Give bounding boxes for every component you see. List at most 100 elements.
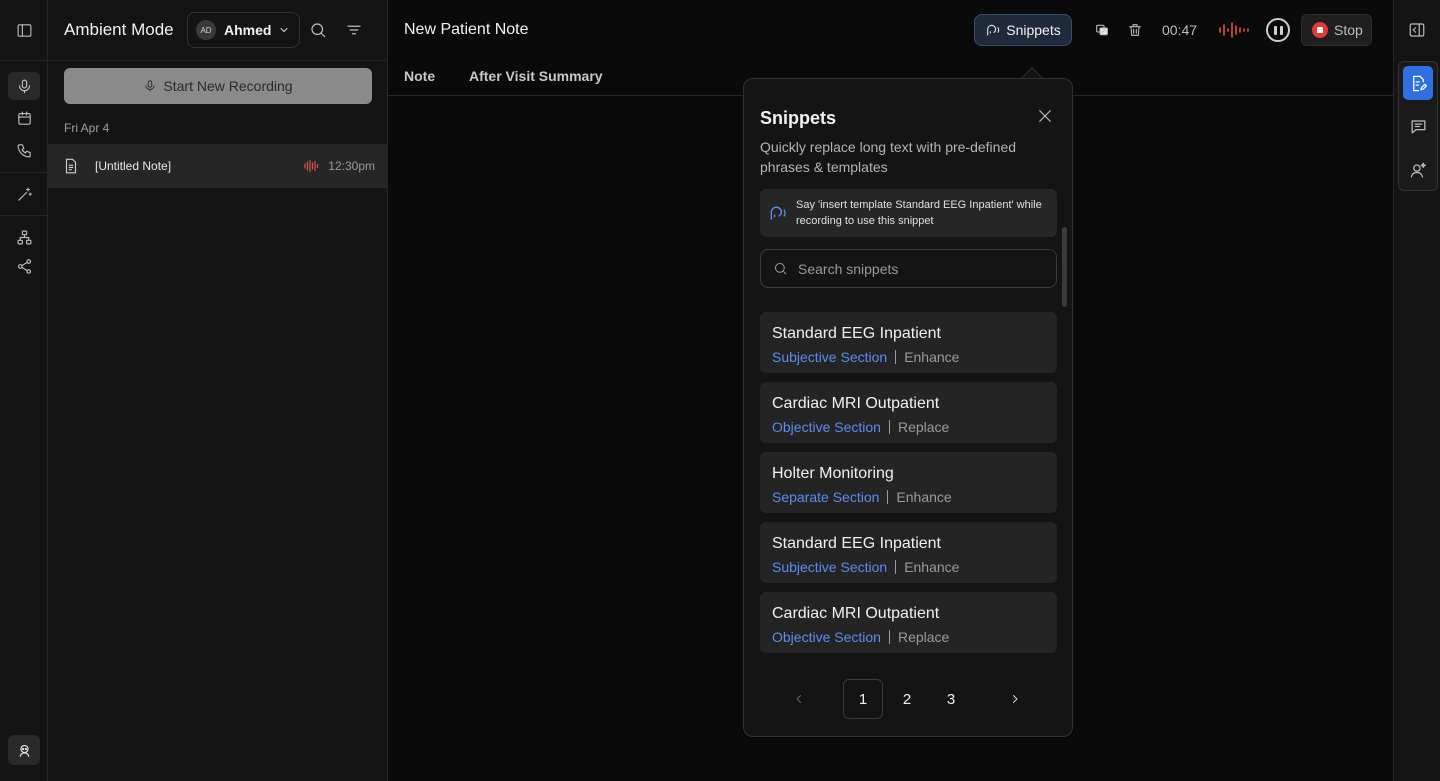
search-input[interactable] [798, 260, 1038, 277]
calendar-icon [17, 111, 31, 125]
nav-share-button[interactable] [8, 252, 40, 280]
meta-divider [895, 560, 897, 574]
snippets-speech-icon [770, 206, 786, 220]
rail-divider [0, 60, 47, 61]
copy-icon [1096, 24, 1108, 36]
filter-button[interactable] [342, 18, 366, 42]
popover-subtitle: Quickly replace long text with pre-defin… [760, 139, 1017, 175]
snippet-action: Replace [897, 419, 950, 435]
snippet-title: Holter Monitoring [772, 465, 894, 482]
date-group-label: Fri Apr 4 [64, 121, 110, 135]
nav-phone-button[interactable] [8, 136, 40, 164]
snippet-card[interactable]: Standard EEG Inpatient Subjective Sectio… [760, 312, 1057, 373]
page-button[interactable]: 2 [887, 679, 927, 719]
panel-title: Ambient Mode [64, 20, 174, 39]
snippets-search[interactable] [760, 249, 1057, 288]
mic-icon [145, 80, 155, 92]
snippets-speech-icon [987, 24, 1000, 36]
snippet-action: Enhance [896, 489, 952, 505]
hierarchy-icon [17, 230, 31, 244]
snippet-meta: Objective Section Replace [772, 629, 949, 645]
snippet-section: Objective Section [772, 629, 881, 645]
search-button[interactable] [306, 18, 330, 42]
assistant-button[interactable] [1403, 153, 1433, 187]
pagination: 1 2 3 [744, 679, 1074, 719]
nav-calendar-button[interactable] [8, 104, 40, 132]
start-recording-label: Start New Recording [163, 78, 293, 94]
page-button[interactable]: 1 [843, 679, 883, 719]
search-icon [775, 263, 787, 275]
pause-icon [1273, 25, 1277, 35]
page-button[interactable]: 3 [931, 679, 971, 719]
assistant-icon [1410, 162, 1426, 177]
sidebar-toggle-icon [17, 23, 31, 37]
next-page-button[interactable] [995, 679, 1035, 719]
profile-avatar-button[interactable] [8, 735, 40, 765]
nav-hierarchy-button[interactable] [8, 223, 40, 251]
snippets-button[interactable]: Snippets [974, 14, 1072, 46]
snippet-meta: Objective Section Replace [772, 419, 949, 435]
panel-toggle-icon [1409, 23, 1425, 37]
rail-divider [0, 172, 47, 173]
close-button[interactable] [1036, 107, 1054, 125]
snippet-card[interactable]: Standard EEG Inpatient Subjective Sectio… [760, 522, 1057, 583]
delete-button[interactable] [1123, 18, 1147, 42]
notes-panel: Ambient Mode AD Ahmed Start New Recordin… [48, 0, 388, 781]
tab-after-visit-summary[interactable]: After Visit Summary [469, 68, 603, 84]
panel-toggle-button[interactable] [1405, 18, 1429, 42]
snippet-section: Subjective Section [772, 349, 888, 365]
stop-button-label: Stop [1334, 22, 1363, 38]
notes-panel-header: Ambient Mode AD Ahmed [48, 0, 388, 61]
user-select[interactable]: AD Ahmed [187, 12, 300, 48]
page-title: New Patient Note [404, 21, 529, 38]
tab-note[interactable]: Note [404, 68, 435, 84]
phone-icon [17, 143, 31, 157]
rail-divider [0, 215, 47, 216]
meta-divider [887, 490, 889, 504]
filter-icon [347, 25, 361, 35]
copy-button[interactable] [1090, 18, 1114, 42]
magic-wand-icon [17, 187, 32, 201]
prev-page-button[interactable] [779, 679, 819, 719]
popover-title: Snippets [760, 108, 837, 128]
pause-button[interactable] [1266, 18, 1290, 42]
note-list-item[interactable]: [Untitled Note] 12:30pm [48, 144, 387, 188]
close-icon [1039, 110, 1051, 122]
user-avatar: AD [196, 20, 216, 40]
popover-arrow [1021, 67, 1043, 78]
right-rail [1393, 0, 1440, 781]
search-icon [311, 23, 326, 38]
document-icon [62, 157, 80, 175]
note-edit-button[interactable] [1403, 66, 1433, 100]
snippet-card[interactable]: Cardiac MRI Outpatient Objective Section… [760, 382, 1057, 443]
chevron-left-icon [796, 695, 801, 703]
start-new-recording-button[interactable]: Start New Recording [64, 68, 372, 104]
snippets-button-label: Snippets [1006, 22, 1061, 38]
user-name: Ahmed [224, 22, 272, 38]
mic-icon [18, 79, 30, 93]
nav-magic-button[interactable] [8, 180, 40, 208]
note-edit-icon [1412, 75, 1427, 91]
sidebar-toggle-button[interactable] [8, 16, 40, 44]
chat-icon [1411, 119, 1425, 133]
left-rail [0, 0, 48, 781]
snippet-title: Standard EEG Inpatient [772, 325, 941, 342]
stop-icon [1312, 22, 1328, 38]
waveform-icon [1219, 22, 1249, 38]
stop-button[interactable]: Stop [1301, 14, 1372, 46]
snippet-card[interactable]: Cardiac MRI Outpatient Objective Section… [760, 592, 1057, 653]
snippet-meta: Subjective Section Enhance [772, 349, 959, 365]
main-header: New Patient Note Snippets 00:47 Stop [388, 0, 1393, 60]
snippet-action: Enhance [904, 349, 960, 365]
snippet-card[interactable]: Holter Monitoring Separate Section Enhan… [760, 452, 1057, 513]
scrollbar-thumb[interactable] [1062, 227, 1067, 307]
nav-ambient-button[interactable] [8, 72, 40, 100]
snippets-popover: Snippets Quickly replace long text with … [743, 78, 1073, 737]
snippet-title: Standard EEG Inpatient [772, 535, 941, 552]
snippet-section: Separate Section [772, 489, 880, 505]
note-time: 12:30pm [328, 159, 375, 173]
app-root: Ambient Mode AD Ahmed Start New Recordin… [0, 0, 1440, 781]
recording-timer: 00:47 [1162, 22, 1198, 38]
chat-button[interactable] [1403, 109, 1433, 143]
avatar-icon [19, 744, 29, 757]
